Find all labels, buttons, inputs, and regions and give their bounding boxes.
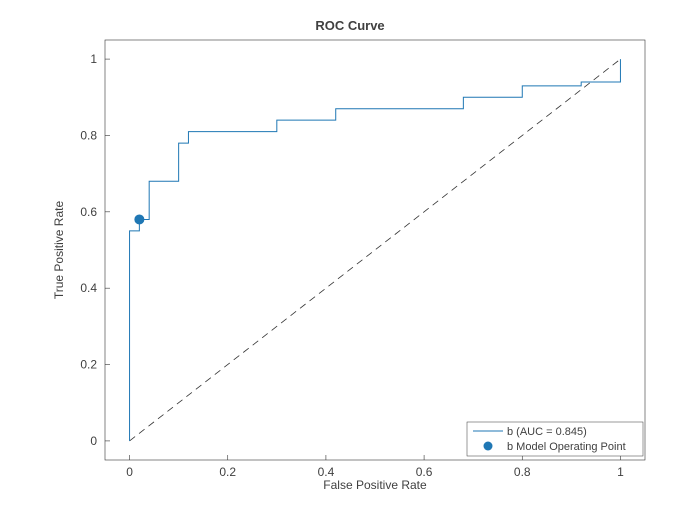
x-axis-label: False Positive Rate (105, 478, 645, 492)
legend-swatch-marker (484, 442, 493, 451)
x-tick-label: 0.6 (416, 465, 433, 479)
axis-frame (105, 40, 645, 460)
legend-entry-label: b Model Operating Point (507, 441, 626, 453)
y-tick-label: 0.8 (80, 128, 97, 142)
operating-point-marker (134, 214, 144, 224)
y-tick-label: 0.4 (80, 281, 97, 295)
x-ticks: 0 0.2 0.4 0.6 0.8 1 (126, 455, 624, 479)
legend-entry-label: b (AUC = 0.845) (507, 426, 587, 438)
legend: b (AUC = 0.845) b Model Operating Point (467, 422, 643, 456)
x-tick-label: 1 (617, 465, 624, 479)
y-tick-label: 0 (90, 434, 97, 448)
x-tick-label: 0.4 (318, 465, 335, 479)
y-tick-label: 0.2 (80, 358, 97, 372)
x-tick-label: 0 (126, 465, 133, 479)
reference-diagonal (130, 59, 621, 441)
x-tick-label: 0.2 (219, 465, 236, 479)
y-tick-label: 1 (90, 52, 97, 66)
chart-title: ROC Curve (0, 18, 700, 33)
x-tick-label: 0.8 (514, 465, 531, 479)
y-ticks: 0 0.2 0.4 0.6 0.8 1 (80, 52, 110, 448)
y-axis-label: True Positive Rate (52, 40, 68, 460)
axes: 0 0.2 0.4 0.6 0.8 1 0 0.2 0.4 (105, 40, 645, 460)
figure: ROC Curve 0 0.2 0.4 0.6 0.8 1 (0, 0, 700, 525)
y-tick-label: 0.6 (80, 205, 97, 219)
